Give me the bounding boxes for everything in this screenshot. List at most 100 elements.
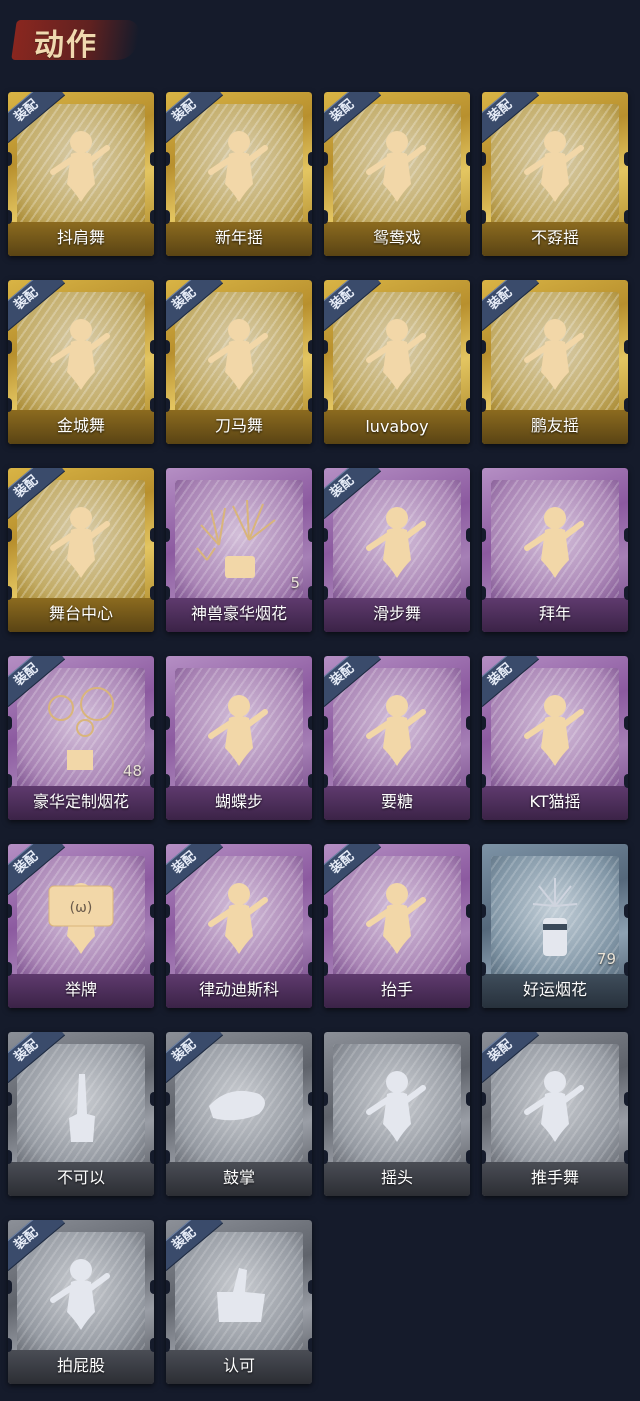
frame-notch (166, 774, 170, 788)
action-name: 拍屁股 (56, 1356, 105, 1375)
frame-notch (150, 1338, 154, 1352)
frame-notch (150, 528, 154, 542)
frame-notch (166, 528, 170, 542)
frame-notch (624, 1150, 628, 1164)
frame-notch (482, 904, 486, 918)
action-card-26[interactable]: 认可 装配 (166, 1220, 312, 1384)
frame-notch (150, 904, 154, 918)
dance-figure-icon (524, 131, 584, 202)
action-name: 金城舞 (56, 416, 105, 435)
frame-notch (8, 210, 12, 224)
frame-notch (150, 774, 154, 788)
firecracker-icon (532, 878, 578, 956)
frame-notch (466, 1092, 470, 1106)
action-card-4[interactable]: 不孬摇 装配 (482, 92, 628, 256)
action-name: 摇头 (380, 1168, 413, 1187)
action-card-6[interactable]: 刀马舞 装配 (166, 280, 312, 444)
frame-notch (166, 586, 170, 600)
action-card-21[interactable]: 不可以 装配 (8, 1032, 154, 1196)
frame-notch (150, 716, 154, 730)
frame-notch (624, 774, 628, 788)
frame-notch (308, 528, 312, 542)
dance-figure-icon (366, 131, 426, 202)
frame-notch (466, 962, 470, 976)
reach-figure-icon (366, 695, 426, 766)
frame-notch (624, 398, 628, 412)
action-name: 鸳鸯戏 (372, 228, 421, 247)
frame-notch (150, 586, 154, 600)
frame-notch (482, 340, 486, 354)
bow-figure-icon (524, 507, 584, 578)
action-card-20[interactable]: 好运烟花 79 (482, 844, 628, 1008)
action-card-22[interactable]: 鼓掌 装配 (166, 1032, 312, 1196)
action-card-3[interactable]: 鸳鸯戏 装配 (324, 92, 470, 256)
action-card-12[interactable]: 拜年 (482, 468, 628, 632)
frame-notch (8, 586, 12, 600)
action-card-25[interactable]: 拍屁股 装配 (8, 1220, 154, 1384)
frame-notch (624, 904, 628, 918)
frame-notch (324, 962, 328, 976)
action-card-5[interactable]: 金城舞 装配 (8, 280, 154, 444)
frame-notch (8, 1150, 12, 1164)
action-card-10[interactable]: 神兽豪华烟花 5 (166, 468, 312, 632)
dance-figure-icon (50, 131, 110, 202)
action-card-1[interactable]: 抖肩舞 装配 (8, 92, 154, 256)
finger-wag-icon (69, 1074, 95, 1142)
frame-notch (150, 398, 154, 412)
dance-figure-icon (50, 507, 110, 578)
action-name: 神兽豪华烟花 (190, 604, 287, 623)
action-card-13[interactable]: 豪华定制烟花 48 装配 (8, 656, 154, 820)
action-card-11[interactable]: 滑步舞 装配 (324, 468, 470, 632)
action-card-23[interactable]: 摇头 (324, 1032, 470, 1196)
action-card-8[interactable]: 鹏友摇 装配 (482, 280, 628, 444)
action-name: 不孬摇 (530, 228, 579, 247)
action-name: 抖肩舞 (56, 228, 105, 247)
frame-notch (166, 716, 170, 730)
frame-notch (166, 1338, 170, 1352)
frame-notch (150, 340, 154, 354)
frame-notch (308, 1280, 312, 1294)
action-card-17[interactable]: (ω) 举牌 装配 (8, 844, 154, 1008)
frame-notch (482, 398, 486, 412)
action-card-18[interactable]: 律动迪斯科 装配 (166, 844, 312, 1008)
action-card-19[interactable]: 抬手 装配 (324, 844, 470, 1008)
dance-figure-icon (208, 131, 268, 202)
frame-notch (324, 398, 328, 412)
action-card-16[interactable]: KT猫摇 装配 (482, 656, 628, 820)
item-count: 79 (596, 950, 616, 968)
frame-notch (308, 1092, 312, 1106)
frame-notch (150, 210, 154, 224)
frame-notch (8, 904, 12, 918)
action-card-9[interactable]: 舞台中心 装配 (8, 468, 154, 632)
action-name: luvaboy (365, 417, 429, 436)
frame-notch (624, 528, 628, 542)
item-count: 5 (290, 574, 300, 592)
frame-notch (482, 528, 486, 542)
frame-notch (308, 152, 312, 166)
frame-notch (308, 1338, 312, 1352)
action-card-2[interactable]: 新年摇 装配 (166, 92, 312, 256)
frame-notch (624, 340, 628, 354)
frame-notch (624, 152, 628, 166)
dance-figure-icon (50, 319, 110, 390)
frame-notch (324, 904, 328, 918)
frame-notch (150, 152, 154, 166)
action-card-14[interactable]: 蝴蝶步 (166, 656, 312, 820)
frame-notch (482, 1092, 486, 1106)
action-card-24[interactable]: 推手舞 装配 (482, 1032, 628, 1196)
action-card-7[interactable]: luvaboy 装配 (324, 280, 470, 444)
frame-notch (466, 716, 470, 730)
clap-icon (209, 1090, 265, 1121)
frame-notch (8, 340, 12, 354)
shake-head-figure-icon (366, 1071, 426, 1142)
frame-notch (324, 586, 328, 600)
action-name: 豪华定制烟花 (32, 792, 129, 811)
item-count: 48 (122, 762, 142, 780)
action-name: 舞台中心 (48, 604, 113, 623)
fireworks-pot-icon (196, 499, 276, 578)
frame-notch (166, 904, 170, 918)
frame-notch (166, 152, 170, 166)
frame-notch (466, 1150, 470, 1164)
frame-notch (308, 340, 312, 354)
action-card-15[interactable]: 要糖 装配 (324, 656, 470, 820)
